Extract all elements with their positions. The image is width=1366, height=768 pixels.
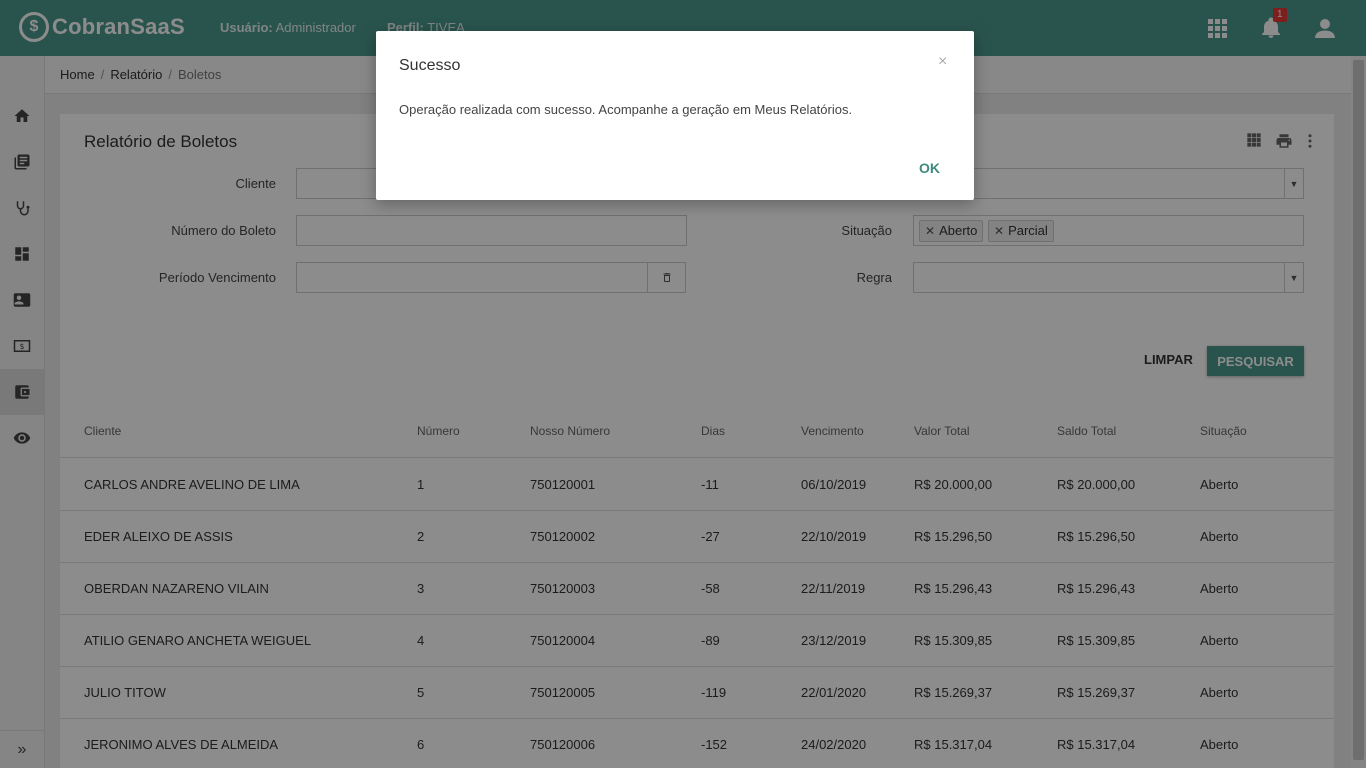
ok-button[interactable]: OK xyxy=(919,160,940,176)
dialog-title: Sucesso xyxy=(399,57,461,74)
success-dialog: Sucesso × Operação realizada com sucesso… xyxy=(376,31,974,200)
close-icon[interactable]: × xyxy=(938,53,947,71)
dialog-message: Operação realizada com sucesso. Acompanh… xyxy=(399,102,853,117)
